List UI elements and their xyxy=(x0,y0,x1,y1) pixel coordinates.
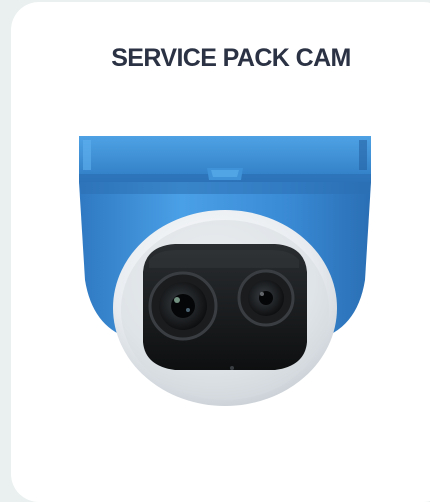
product-title: SERVICE PACK CAM xyxy=(111,44,351,72)
dome-camera-image xyxy=(79,136,371,406)
product-card[interactable]: SERVICE PACK CAM xyxy=(11,2,430,502)
